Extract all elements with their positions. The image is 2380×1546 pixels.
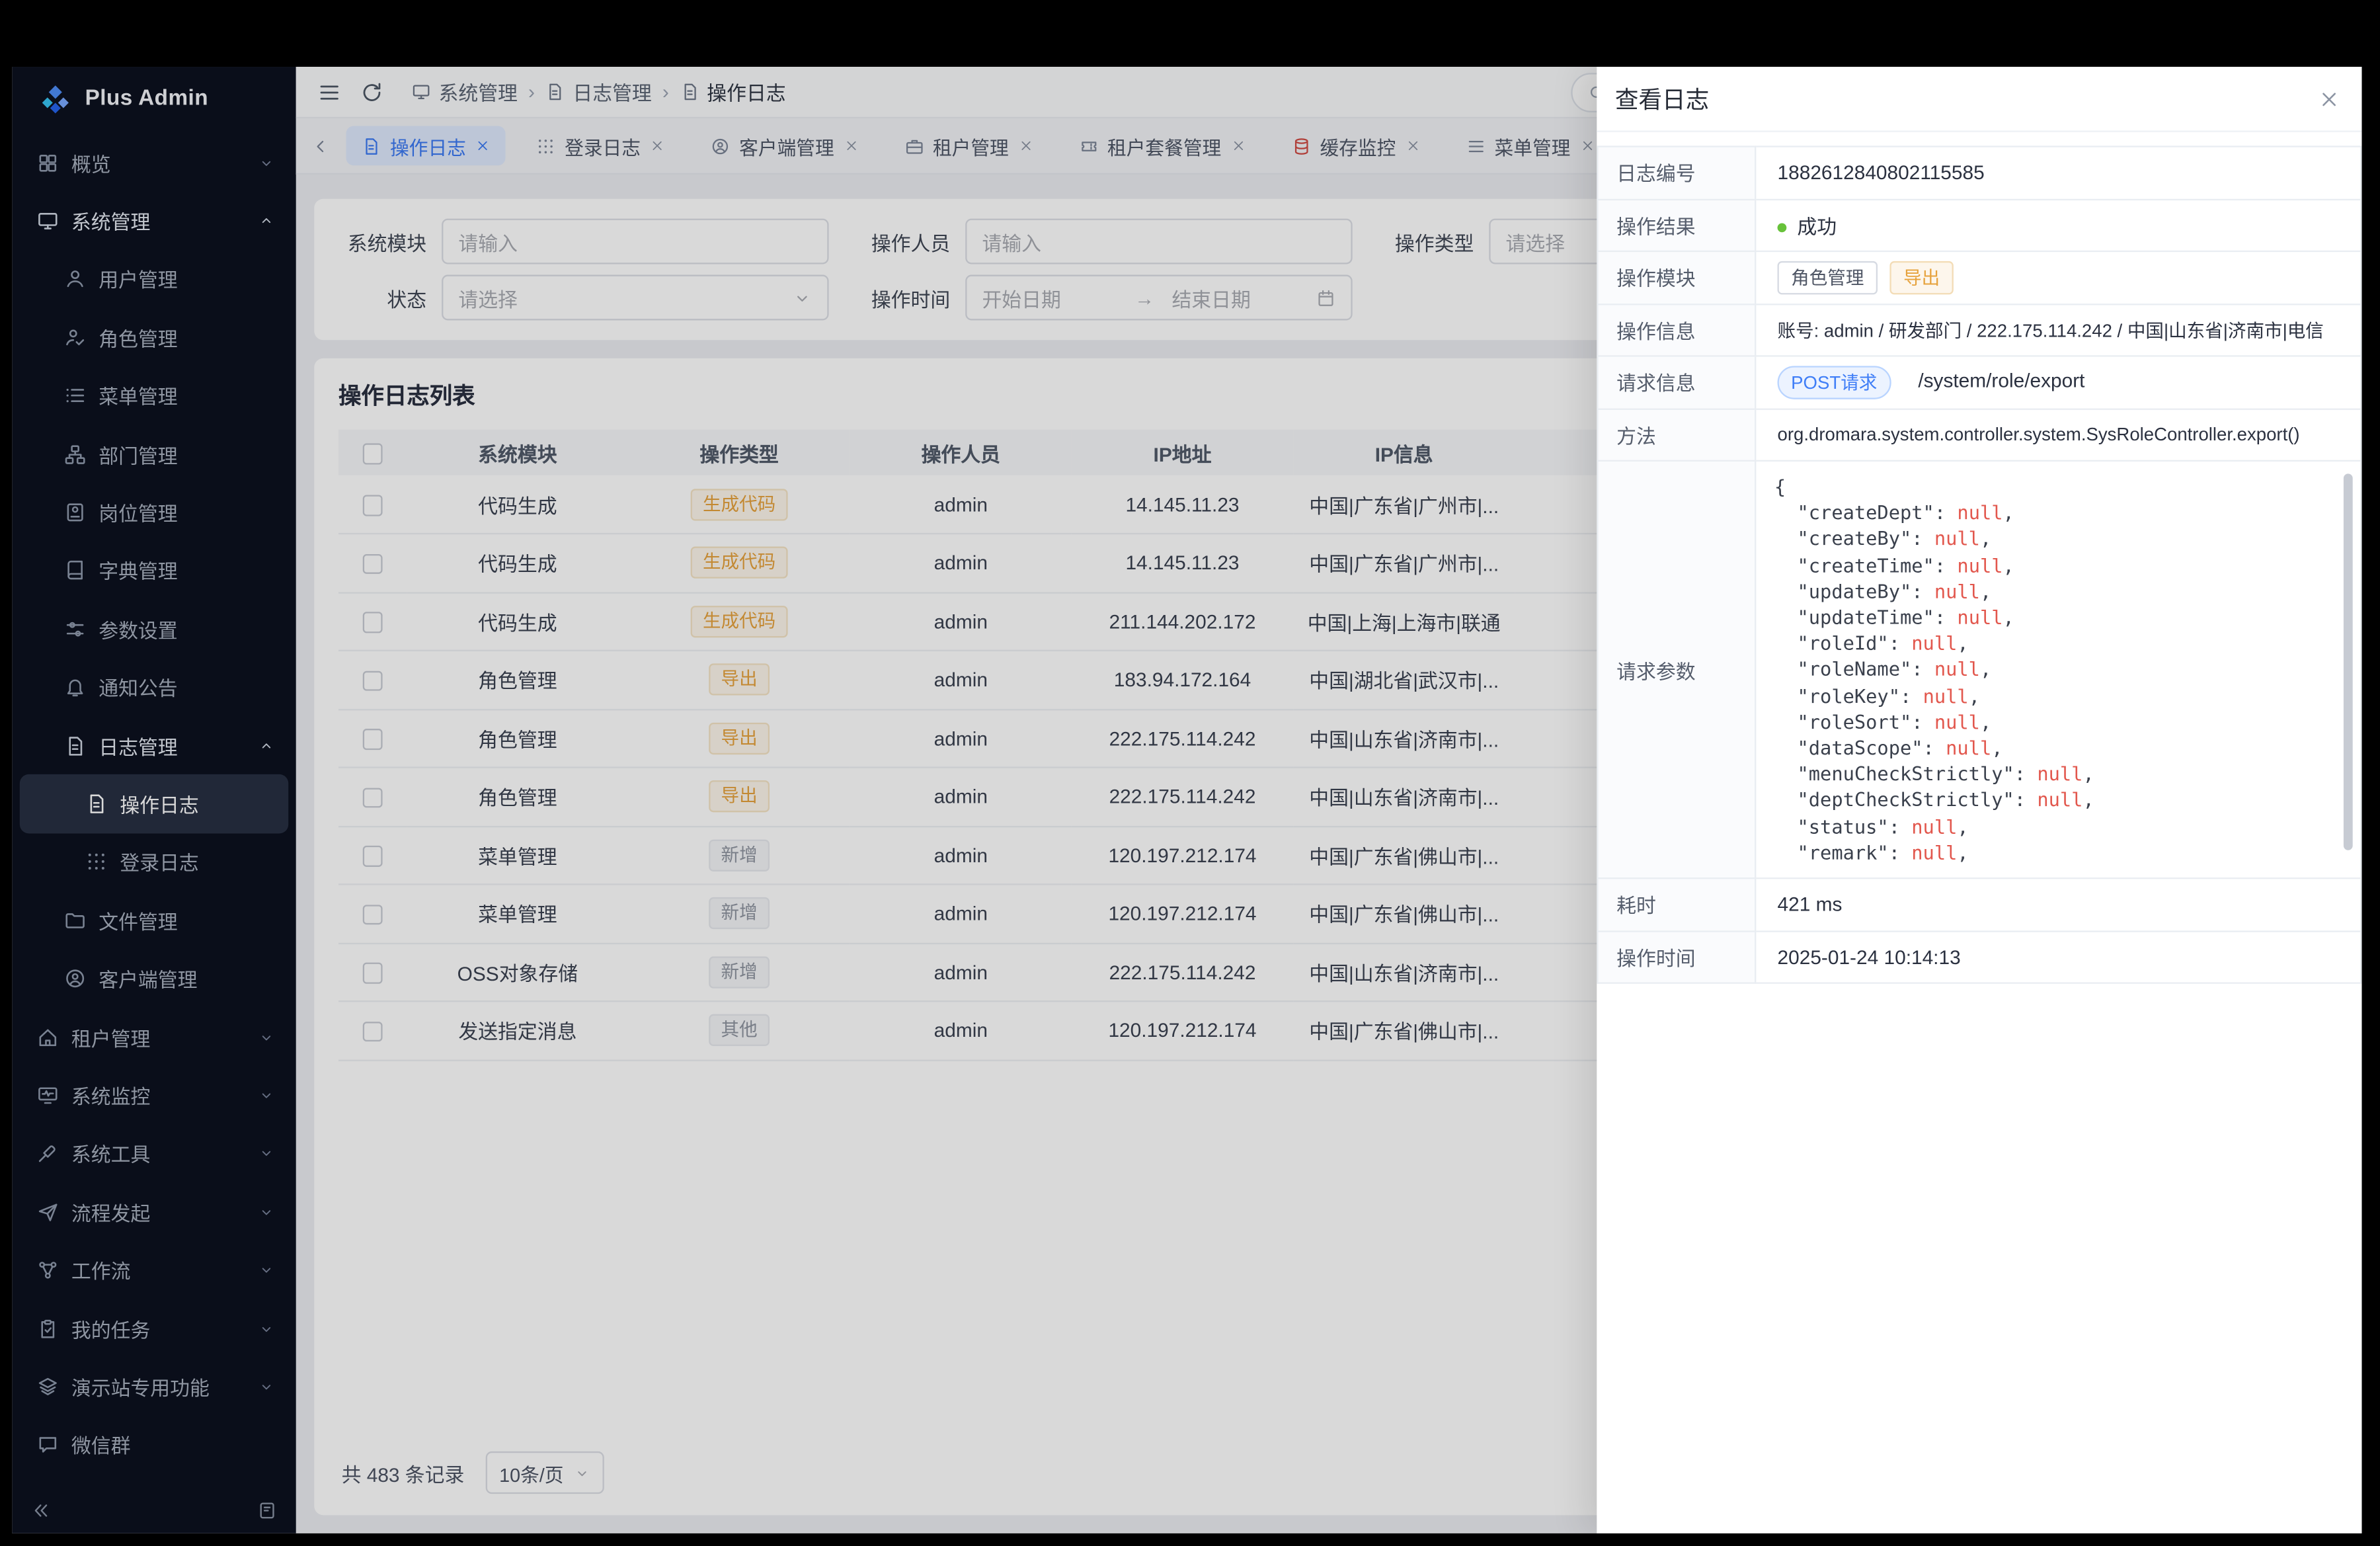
detail-value: 2025-01-24 10:14:13 (1755, 931, 2361, 983)
detail-row-info: 操作信息账号: admin / 研发部门 / 222.175.114.242 /… (1597, 304, 2361, 356)
detail-value: org.dromara.system.controller.system.Sys… (1755, 409, 2361, 461)
detail-label: 操作时间 (1597, 931, 1755, 983)
log-detail-table: 日志编号1882612840802115585操作结果成功操作模块角色管理导出操… (1597, 145, 2361, 983)
detail-label: 耗时 (1597, 878, 1755, 930)
detail-label: 日志编号 (1597, 147, 1755, 199)
request-params-json[interactable]: { "createDept": null, "createBy": null, … (1756, 462, 2360, 877)
detail-row-time: 操作时间2025-01-24 10:14:13 (1597, 931, 2361, 983)
detail-label: 请求参数 (1597, 461, 1755, 878)
detail-row-method: 方法org.dromara.system.controller.system.S… (1597, 409, 2361, 461)
detail-label: 操作结果 (1597, 199, 1755, 251)
request-url: /system/role/export (1918, 369, 2084, 391)
detail-label: 操作模块 (1597, 251, 1755, 304)
detail-row-module: 操作模块角色管理导出 (1597, 251, 2361, 304)
close-drawer-button[interactable] (2318, 87, 2340, 110)
detail-label: 请求信息 (1597, 356, 1755, 408)
detail-row-params: 请求参数{ "createDept": null, "createBy": nu… (1597, 461, 2361, 878)
scrollbar-thumb[interactable] (2344, 473, 2353, 850)
module-tag: 角色管理 (1778, 261, 1878, 294)
detail-value: 1882612840802115585 (1755, 147, 2361, 199)
screen: Plus Admin 概览系统管理用户管理角色管理菜单管理部门管理岗位管理字典管… (0, 0, 2380, 1546)
detail-value: 角色管理导出 (1755, 251, 2361, 304)
detail-row-request: 请求信息POST请求/system/role/export (1597, 356, 2361, 408)
app-window: Plus Admin 概览系统管理用户管理角色管理菜单管理部门管理岗位管理字典管… (12, 67, 2361, 1533)
status-text: 成功 (1797, 215, 1837, 237)
detail-value: 421 ms (1755, 878, 2361, 930)
log-detail-drawer: 查看日志 日志编号1882612840802115585操作结果 成功操作模块角色… (1597, 67, 2361, 1533)
module-tag: 导出 (1889, 261, 1953, 294)
detail-label: 操作信息 (1597, 304, 1755, 356)
detail-value: 成功 (1755, 199, 2361, 251)
detail-label: 方法 (1597, 409, 1755, 461)
detail-row-log-id: 日志编号1882612840802115585 (1597, 147, 2361, 199)
drawer-title: 查看日志 (1615, 82, 1709, 116)
http-method-tag: POST请求 (1778, 366, 1891, 399)
detail-row-duration: 耗时421 ms (1597, 878, 2361, 930)
drawer-header: 查看日志 (1597, 67, 2361, 132)
detail-value: { "createDept": null, "createBy": null, … (1755, 461, 2361, 878)
drawer-body: 日志编号1882612840802115585操作结果成功操作模块角色管理导出操… (1597, 132, 2361, 1533)
detail-value: 账号: admin / 研发部门 / 222.175.114.242 / 中国|… (1755, 304, 2361, 356)
detail-row-result: 操作结果 成功 (1597, 199, 2361, 251)
detail-value: POST请求/system/role/export (1755, 356, 2361, 408)
success-dot-icon (1778, 223, 1787, 232)
